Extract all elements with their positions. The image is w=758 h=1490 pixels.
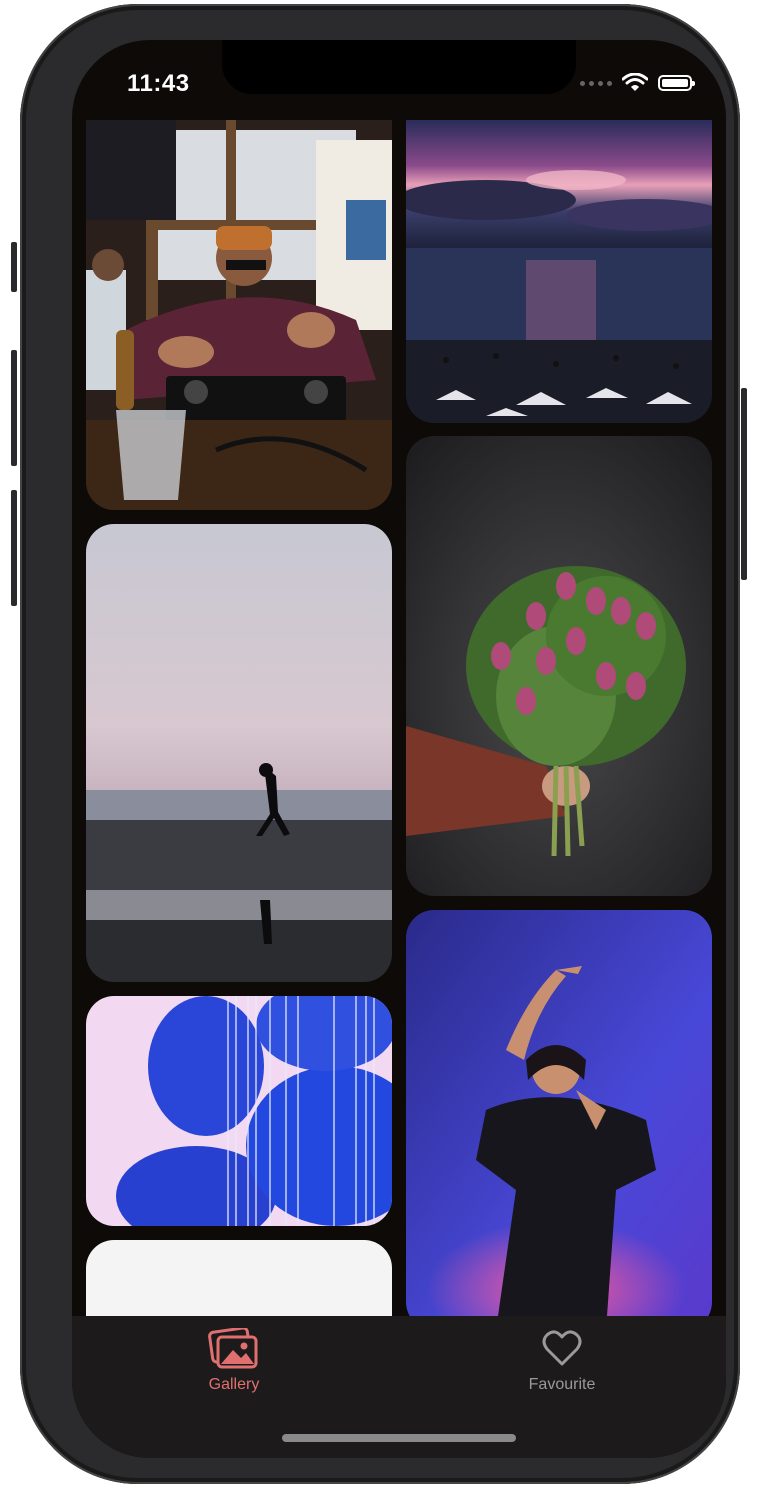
tab-favourite[interactable]: Favourite: [462, 1328, 662, 1394]
photo-tile-tulips[interactable]: [406, 436, 712, 896]
battery-icon: [658, 75, 695, 91]
photo-blue-abstract: [86, 996, 392, 1226]
notch: [222, 40, 576, 94]
phone-frame: 11:43 Gallery Favourite: [11, 4, 747, 1484]
status-time: 11:43: [127, 70, 190, 97]
power-button: [741, 388, 747, 580]
home-indicator[interactable]: [282, 1434, 516, 1442]
wifi-icon: [622, 73, 648, 91]
photo-tile-beach[interactable]: [86, 524, 392, 982]
volume-up-button: [11, 350, 17, 466]
tab-gallery[interactable]: Gallery: [134, 1328, 334, 1394]
gallery-icon: [208, 1328, 258, 1369]
photo-neon-portrait: [406, 910, 712, 1316]
photo-beach-walker: [86, 524, 392, 982]
status-indicators: [580, 73, 695, 93]
mute-switch: [11, 242, 17, 292]
photo-tile-portrait[interactable]: [406, 910, 712, 1316]
cellular-signal-icon: [580, 80, 612, 86]
tab-bar: Gallery Favourite: [72, 1316, 726, 1458]
tab-gallery-label: Gallery: [208, 1376, 260, 1393]
photo-tile-blank[interactable]: [86, 1240, 392, 1316]
photo-beach-sunset: [406, 120, 712, 423]
heart-icon: [542, 1330, 582, 1366]
photo-tile-sunset[interactable]: [406, 120, 712, 423]
tab-favourite-label: Favourite: [528, 1376, 596, 1393]
photo-tulip-bouquet: [406, 436, 712, 896]
volume-down-button: [11, 490, 17, 606]
app-screen: 11:43 Gallery Favourite: [72, 40, 726, 1458]
photo-dj-party: [86, 120, 392, 510]
photo-grid[interactable]: [72, 40, 726, 1316]
photo-tile-abstract[interactable]: [86, 996, 392, 1226]
photo-tile-dj[interactable]: [86, 120, 392, 510]
